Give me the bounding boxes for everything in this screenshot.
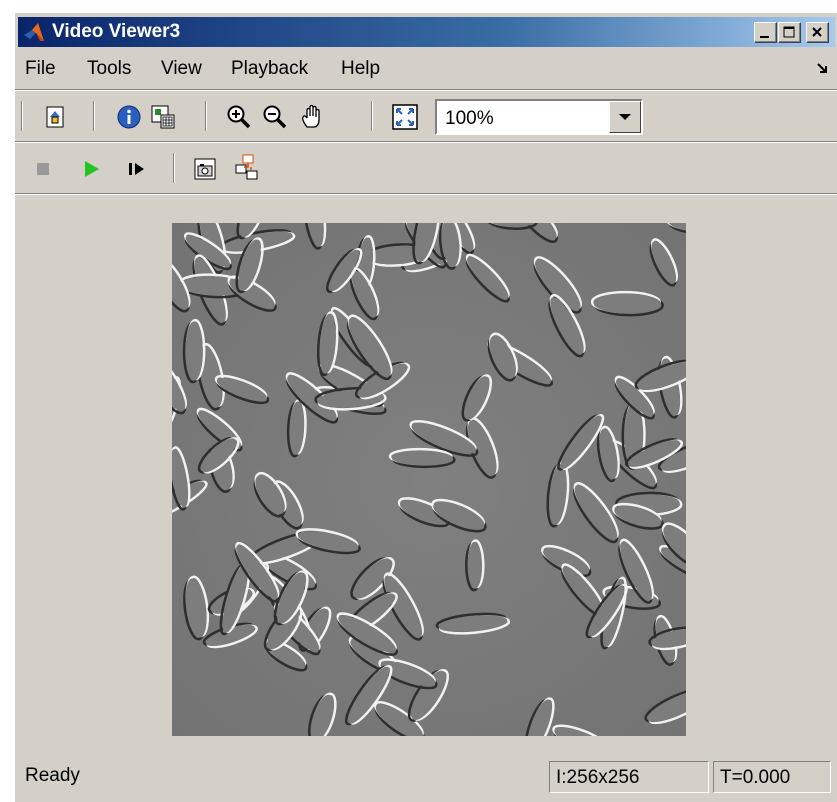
window-title: Video Viewer3	[52, 21, 181, 42]
maximize-button[interactable]	[778, 22, 801, 43]
menu-tools[interactable]: Tools	[87, 58, 131, 80]
zoom-dropdown-button[interactable]	[609, 101, 641, 133]
dock-arrow-icon[interactable]	[816, 61, 830, 75]
toolbar-separator	[93, 101, 95, 131]
status-bar: Ready I:256x256 T=0.000	[15, 757, 837, 797]
status-text: Ready	[25, 765, 80, 786]
video-viewer-window: Video Viewer3 File Tools View Playback H…	[14, 12, 837, 802]
toolbar-separator	[205, 101, 207, 131]
print-to-figure-icon[interactable]	[41, 103, 69, 131]
pan-hand-icon[interactable]	[299, 103, 327, 131]
step-forward-icon[interactable]	[123, 155, 151, 183]
minimize-button[interactable]	[754, 22, 777, 43]
matlab-logo-icon	[24, 23, 44, 41]
zoom-out-icon[interactable]	[261, 103, 289, 131]
close-button[interactable]	[806, 22, 829, 43]
toolbar-grip	[21, 101, 23, 131]
chevron-down-icon	[619, 114, 631, 120]
zoom-select[interactable]: 100%	[435, 99, 643, 135]
menu-help[interactable]: Help	[341, 58, 380, 80]
main-toolbar	[15, 93, 837, 139]
zoom-value: 100%	[445, 108, 494, 129]
minimize-icon	[760, 36, 769, 38]
menu-bar: File Tools View Playback Help	[15, 53, 837, 85]
toolbar-separator	[371, 101, 373, 131]
menu-file[interactable]: File	[25, 58, 56, 80]
video-frame-image	[172, 223, 686, 736]
zoom-in-icon[interactable]	[225, 103, 253, 131]
playback-toolbar	[15, 145, 837, 193]
toolbar-separator	[173, 153, 175, 183]
video-frame[interactable]	[172, 223, 686, 736]
fit-to-window-icon[interactable]	[391, 103, 419, 131]
highlight-simulink-block-icon[interactable]	[233, 153, 261, 181]
image-size-field: I:256x256	[549, 761, 709, 793]
display-separator-line	[15, 193, 837, 195]
stop-icon[interactable]	[29, 155, 57, 183]
snapshot-camera-icon[interactable]	[191, 155, 219, 183]
maximize-icon	[783, 26, 795, 38]
time-field: T=0.000	[713, 761, 831, 793]
play-icon[interactable]	[77, 155, 105, 183]
title-bar[interactable]: Video Viewer3	[18, 17, 835, 47]
pixel-region-icon[interactable]	[149, 103, 177, 131]
menu-separator	[15, 89, 837, 91]
video-display-area	[15, 197, 837, 749]
menu-view[interactable]: View	[161, 58, 202, 80]
toolbar-separator-line	[15, 141, 837, 143]
close-icon	[812, 27, 822, 37]
menu-playback[interactable]: Playback	[231, 58, 308, 80]
info-icon[interactable]	[115, 103, 143, 131]
